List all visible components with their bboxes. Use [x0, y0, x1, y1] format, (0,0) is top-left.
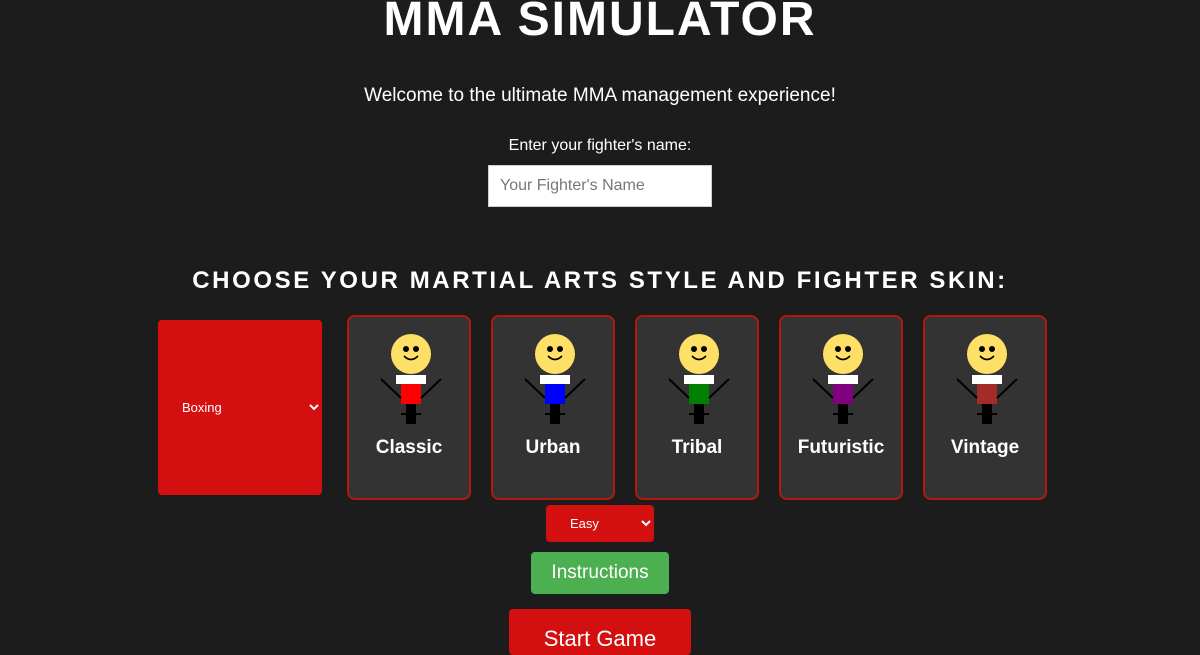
stick-fighter-icon	[668, 334, 730, 424]
skin-card-urban[interactable]: Urban	[491, 315, 615, 500]
welcome-text: Welcome to the ultimate MMA management e…	[364, 85, 836, 106]
stick-fighter-icon	[380, 334, 442, 424]
skin-label: Futuristic	[797, 437, 885, 458]
skin-label: Classic	[375, 437, 443, 458]
stick-fighter-icon	[812, 334, 874, 424]
skin-label: Urban	[525, 437, 581, 458]
skin-card-futuristic[interactable]: Futuristic	[779, 315, 903, 500]
fighter-name-input[interactable]	[488, 165, 712, 207]
skin-label: Tribal	[671, 437, 723, 458]
skin-card-vintage[interactable]: Vintage	[923, 315, 1047, 500]
page-title: MMA SIMULATOR	[383, 0, 817, 46]
start-game-button[interactable]: Start Game	[509, 609, 691, 655]
stick-fighter-icon	[956, 334, 1018, 424]
choose-style-heading: CHOOSE YOUR MARTIAL ARTS STYLE AND FIGHT…	[192, 267, 1008, 294]
difficulty-select[interactable]: Easy	[546, 505, 654, 542]
skin-card-tribal[interactable]: Tribal	[635, 315, 759, 500]
martial-arts-style-select[interactable]: Boxing	[158, 320, 322, 495]
skin-card-classic[interactable]: Classic	[347, 315, 471, 500]
skin-label: Vintage	[950, 437, 1020, 458]
fighter-name-label: Enter your fighter's name:	[508, 137, 692, 154]
instructions-button[interactable]: Instructions	[531, 552, 669, 594]
stick-fighter-icon	[524, 334, 586, 424]
